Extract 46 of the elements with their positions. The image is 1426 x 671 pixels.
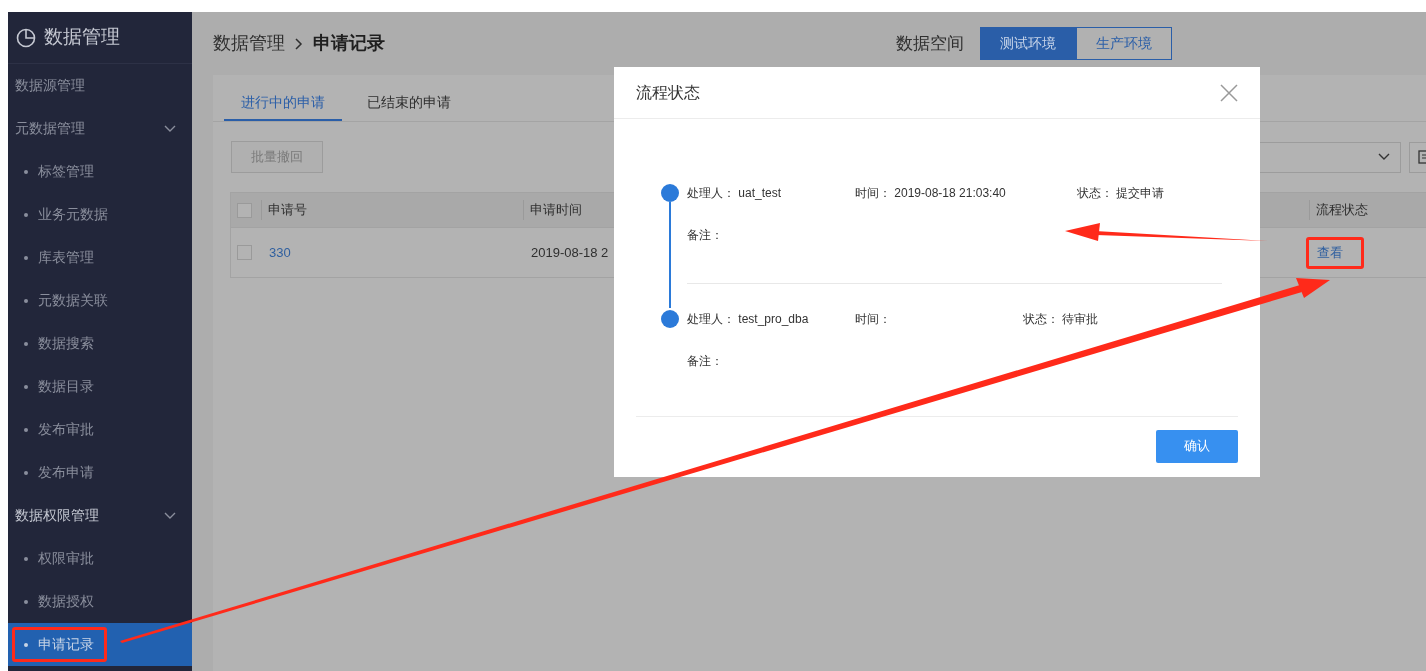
column-header: 申请时间 <box>530 202 582 218</box>
sidebar-item[interactable]: 权限审批 <box>8 537 192 580</box>
handler-text: 处理人： test_pro_dba <box>687 311 810 328</box>
highlight-frame <box>1306 237 1364 269</box>
sidebar-item[interactable]: 元数据关联 <box>8 279 192 322</box>
time-text: 时间： <box>855 311 892 328</box>
breadcrumb-current: 申请记录 <box>313 32 385 55</box>
sidebar-item[interactable]: 发布审批 <box>8 408 192 451</box>
column-header: 流程状态 <box>1316 202 1368 218</box>
pie-chart-icon <box>16 27 36 48</box>
confirm-button[interactable]: 确认 <box>1156 429 1238 463</box>
time-text: 时间： 2019-08-18 21:03:40 <box>855 185 1007 202</box>
sidebar-group[interactable]: 元数据管理 <box>8 107 192 150</box>
sidebar-item[interactable]: 数据源管理 <box>8 64 192 107</box>
select-all-checkbox[interactable] <box>237 202 252 218</box>
environment-tab[interactable]: 测试环境 <box>980 27 1076 60</box>
app-title: 数据管理 <box>44 25 120 50</box>
tab[interactable]: 已结束的申请 <box>350 86 468 121</box>
handler-text: 处理人： uat_test <box>687 185 783 202</box>
chevron-right-icon <box>295 37 303 50</box>
sidebar-item[interactable]: 数据搜索 <box>8 322 192 365</box>
note-label: 备注： <box>687 354 723 368</box>
close-icon[interactable] <box>1220 83 1238 102</box>
environment-tab[interactable]: 生产环境 <box>1076 27 1172 60</box>
chevron-down-icon <box>1378 153 1390 161</box>
status-text: 状态： 提交申请 <box>1077 185 1165 202</box>
chevron-icon <box>164 124 176 133</box>
row-checkbox[interactable] <box>237 245 252 260</box>
sidebar-item[interactable]: 业务元数据 <box>8 193 192 236</box>
view-link[interactable]: 查看 <box>1309 242 1343 263</box>
sidebar-item[interactable]: 数据目录 <box>8 365 192 408</box>
application-id-link[interactable]: 330 <box>261 242 291 263</box>
column-header: 申请号 <box>268 202 307 218</box>
sidebar-item[interactable]: 数据授权 <box>8 580 192 623</box>
sidebar-item[interactable]: 库表管理 <box>8 236 192 279</box>
space-label: 数据空间 <box>896 32 964 55</box>
sidebar-item[interactable]: 标签管理 <box>8 150 192 193</box>
sidebar-item[interactable]: 发布申请 <box>8 451 192 494</box>
status-text: 状态： 待审批 <box>1023 311 1099 328</box>
dialog-title: 流程状态 <box>636 82 700 103</box>
tab[interactable]: 进行中的申请 <box>224 86 342 121</box>
table-cell-text: 2019-08-18 2 <box>530 243 609 262</box>
chevron-icon <box>164 511 176 520</box>
sidebar-group[interactable]: 数据权限管理 <box>8 494 192 537</box>
breadcrumb-parent[interactable]: 数据管理 <box>213 30 285 57</box>
note-label: 备注： <box>687 228 723 242</box>
